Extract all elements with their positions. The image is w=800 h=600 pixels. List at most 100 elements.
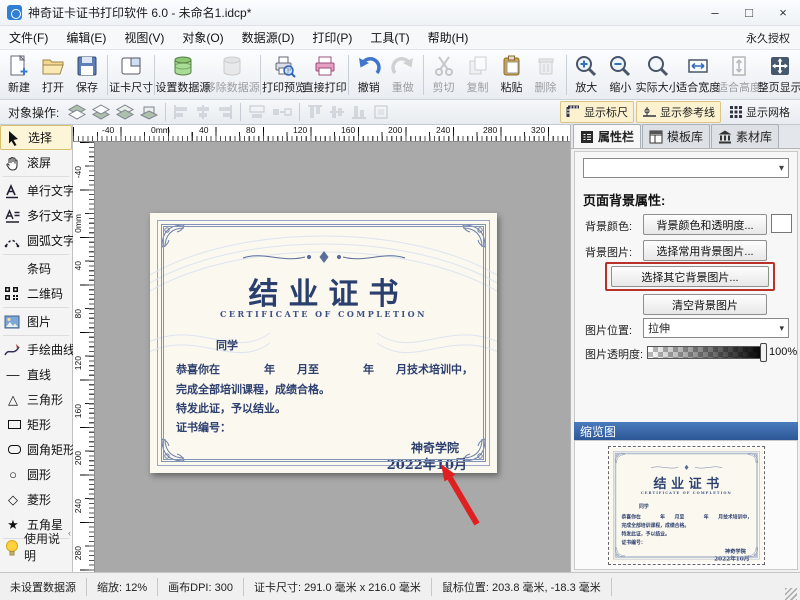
undo-button[interactable]: 撤销: [352, 52, 386, 98]
tool-freehand-curve[interactable]: 手绘曲线: [0, 337, 72, 362]
new-button[interactable]: 新建: [2, 52, 36, 98]
tool-rounded-rectangle[interactable]: 圆角矩形: [0, 437, 72, 462]
tool-circle[interactable]: ○ 圆形: [0, 462, 72, 487]
direct-print-button[interactable]: 直接打印: [304, 52, 345, 98]
show-guides-toggle[interactable]: 显示参考线: [636, 101, 721, 123]
tool-qrcode[interactable]: 二维码: [0, 281, 72, 306]
menu-object[interactable]: 对象(O): [173, 29, 232, 46]
menu-tools[interactable]: 工具(T): [361, 29, 418, 46]
close-button[interactable]: ×: [766, 0, 800, 25]
zoom-out-button[interactable]: 缩小: [603, 52, 637, 98]
tool-multi-line-text[interactable]: 多行文字: [0, 203, 72, 228]
toolbar-separator: [566, 55, 567, 95]
tool-single-line-text[interactable]: 单行文字: [0, 178, 72, 203]
maximize-button[interactable]: □: [732, 0, 766, 25]
tool-barcode[interactable]: 条码: [0, 256, 72, 281]
move-down-layer-icon: [139, 103, 159, 121]
menu-view[interactable]: 视图(V): [115, 29, 173, 46]
tab-materials[interactable]: 素材库: [711, 124, 779, 148]
window-title: 神奇证卡证书打印软件 6.0 - 未命名1.idcp*: [28, 4, 251, 21]
opacity-slider-handle[interactable]: [760, 343, 767, 362]
ruler-icon: [566, 105, 581, 119]
help-button[interactable]: 使用说明: [0, 528, 73, 566]
barcode-icon: [4, 261, 22, 276]
save-button[interactable]: 保存: [70, 52, 104, 98]
fit-width-button[interactable]: 适合宽度: [678, 52, 719, 98]
multi-text-icon: [4, 208, 22, 224]
template-window-icon: [649, 130, 663, 144]
dropdown-arrow-icon: ▾: [779, 323, 784, 334]
fit-width-icon: [686, 54, 710, 78]
design-canvas[interactable]: 结业证书 CERTIFICATE OF COMPLETION 同学 恭喜你在 年…: [95, 142, 570, 572]
print-preview-button[interactable]: 打印预览: [264, 52, 305, 98]
tool-image[interactable]: 图片: [0, 309, 72, 334]
actual-size-button[interactable]: 实际大小: [637, 52, 678, 98]
show-grid-toggle[interactable]: 显示网格: [723, 101, 796, 123]
resize-grip[interactable]: [785, 588, 797, 600]
select-cursor-icon: [5, 130, 23, 146]
image-position-select[interactable]: 拉伸 ▾: [643, 318, 789, 338]
menu-help[interactable]: 帮助(H): [419, 29, 478, 46]
minimize-button[interactable]: –: [698, 0, 732, 25]
status-bar: 未设置数据源 缩放: 12% 画布DPI: 300 证卡尺寸: 291.0 毫米…: [0, 572, 800, 600]
tool-select[interactable]: 选择: [0, 125, 72, 150]
page-background-properties: ▾ 页面背景属性: 背景颜色: 背景颜色和透明度... 背景图片: 选择常用背景…: [574, 151, 798, 439]
set-datasource-button[interactable]: 设置数据源: [158, 52, 207, 98]
distribute-icon: [372, 103, 390, 121]
tool-rectangle[interactable]: 矩形: [0, 412, 72, 437]
card-size-button[interactable]: 证卡尺寸: [111, 52, 152, 98]
open-button[interactable]: 打开: [36, 52, 70, 98]
tool-pan[interactable]: 滚屏: [0, 150, 72, 175]
h-ruler-label: 0mm: [151, 125, 170, 135]
sidebar-separator: [3, 176, 69, 177]
bg-color-button[interactable]: 背景颜色和透明度...: [643, 214, 767, 235]
tool-arc-text[interactable]: 圆弧文字: [0, 228, 72, 253]
select-common-bg-button[interactable]: 选择常用背景图片...: [643, 240, 767, 261]
h-ruler-label: 320: [531, 125, 545, 135]
properties-panel: 属性栏 模板库 素材库 ▾ 页面背景属性: 背景颜色: 背景颜色和透明度... …: [570, 125, 800, 572]
mouse-position-status: 鼠标位置: 203.8 毫米, -18.3 毫米: [432, 578, 612, 596]
undo-arrow-icon: [357, 54, 381, 78]
thumbnail-panel: 结业证书 CERTIFICATE OF COMPLETION 同学 恭喜你在 年…: [574, 440, 798, 570]
menu-edit[interactable]: 编辑(E): [57, 29, 115, 46]
datasource-status: 未设置数据源: [0, 578, 87, 596]
menu-file[interactable]: 文件(F): [0, 29, 57, 46]
h-ruler-label: 80: [246, 125, 255, 135]
corner-flourish-icon: [160, 223, 186, 249]
menu-bar: 文件(F) 编辑(E) 视图(V) 对象(O) 数据源(D) 打印(P) 工具(…: [0, 26, 800, 50]
zoom-in-button[interactable]: 放大: [569, 52, 603, 98]
toolbar-separator: [260, 55, 261, 95]
objectbar-separator: [299, 103, 300, 121]
triangle-icon: △: [4, 392, 22, 408]
same-size-icon: [271, 103, 293, 121]
bg-color-swatch[interactable]: [771, 214, 792, 233]
v-ruler-label: 240: [73, 499, 83, 513]
fit-page-button[interactable]: 整页显示: [759, 52, 800, 98]
certificate-salutation: 同学: [639, 502, 649, 509]
thumbnail-header: 缩览图: [574, 422, 798, 440]
zoom-status: 缩放: 12%: [87, 578, 158, 596]
sidebar-separator: [3, 254, 69, 255]
paste-button[interactable]: 粘贴: [495, 52, 529, 98]
menu-datasource[interactable]: 数据源(D): [233, 29, 304, 46]
menu-print[interactable]: 打印(P): [303, 29, 361, 46]
tab-properties[interactable]: 属性栏: [573, 124, 641, 148]
app-logo-icon: [7, 5, 22, 20]
tool-line[interactable]: — 直线: [0, 362, 72, 387]
certificate-page[interactable]: 结业证书 CERTIFICATE OF COMPLETION 同学 恭喜你在 年…: [150, 213, 497, 473]
tool-diamond[interactable]: ◇ 菱形: [0, 487, 72, 512]
clear-bg-button[interactable]: 清空背景图片: [643, 294, 767, 315]
bg-image-label: 背景图片:: [585, 244, 632, 260]
collapse-sidebar-icon[interactable]: ‹: [68, 528, 71, 538]
opacity-slider[interactable]: [647, 346, 765, 359]
select-other-bg-button[interactable]: 选择其它背景图片...: [611, 266, 769, 287]
dropdown-arrow-icon: ▾: [779, 163, 784, 174]
show-ruler-toggle[interactable]: 显示标尺: [560, 101, 634, 123]
tool-triangle[interactable]: △ 三角形: [0, 387, 72, 412]
fit-page-icon: [768, 54, 792, 78]
red-annotation-arrow: [433, 458, 493, 538]
tab-templates[interactable]: 模板库: [642, 124, 710, 148]
certificate-body-line: 特发此证，予以结业。: [176, 400, 286, 416]
object-selector-dropdown[interactable]: ▾: [583, 158, 789, 178]
image-opacity-label: 图片透明度:: [585, 346, 643, 362]
